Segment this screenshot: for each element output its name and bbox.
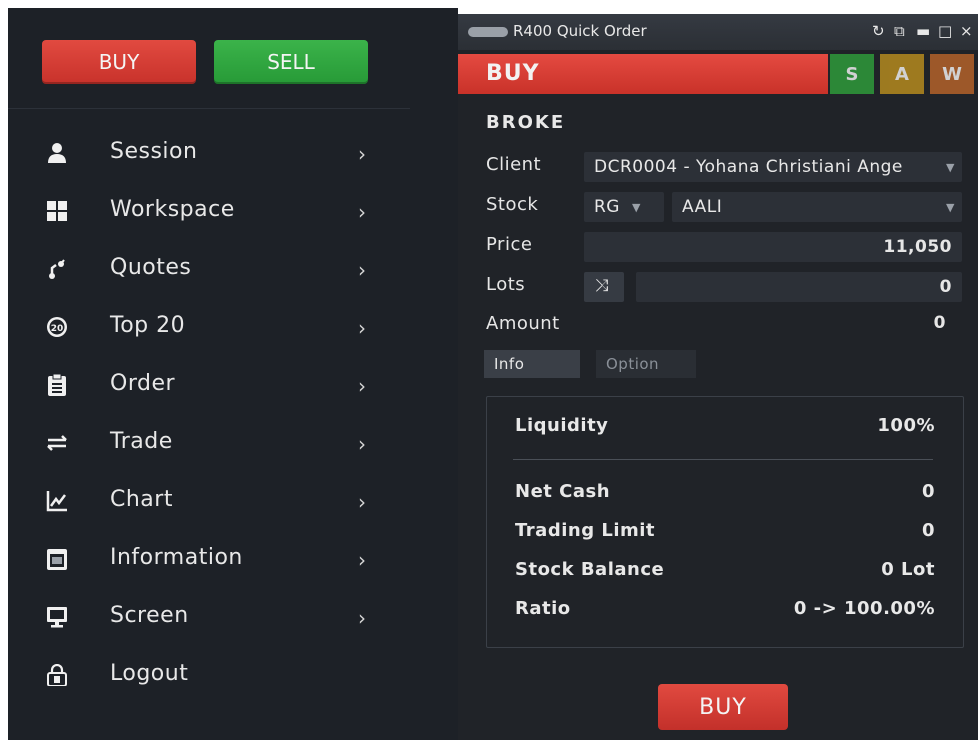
tab-info[interactable]: Info (484, 350, 580, 378)
chevron-right-icon: › (358, 606, 366, 630)
board-value: RG (594, 197, 620, 217)
buy-button[interactable]: BUY (42, 40, 196, 84)
stock-label: Stock (486, 194, 539, 215)
menu-item-order[interactable]: Order › (8, 358, 410, 416)
sell-button[interactable]: SELL (214, 40, 368, 84)
menu-item-chart[interactable]: Chart › (8, 474, 410, 532)
calendar-icon (46, 548, 68, 570)
client-label: Client (486, 154, 542, 175)
quick-order-window: R400 Quick Order ↻ ⧉ ▬ □ × BUY S A W BRO… (458, 14, 978, 740)
menu-item-label: Order (110, 371, 176, 396)
order-side-header: BUY (458, 54, 828, 94)
menu-item-workspace[interactable]: Workspace › (8, 184, 410, 242)
stock-code-value: AALI (682, 197, 723, 217)
price-input[interactable]: 11,050 (584, 232, 962, 262)
submit-buy-button[interactable]: BUY (658, 684, 788, 730)
chevron-right-icon: › (358, 548, 366, 572)
info-panel: Liquidity 100% Net Cash 0 Trading Limit … (486, 396, 964, 648)
stock-balance-label: Stock Balance (515, 559, 665, 580)
quick-action-bar: BUY SELL (8, 8, 410, 109)
refresh-icon[interactable]: ↻ (872, 22, 885, 40)
menu-item-label: Trade (110, 429, 173, 454)
close-icon[interactable]: × (960, 22, 973, 40)
menu-item-session[interactable]: Session › (8, 126, 410, 184)
quotes-icon (46, 258, 68, 280)
divider (513, 459, 933, 460)
menu-item-screen[interactable]: Screen › (8, 590, 410, 648)
line-chart-icon (46, 490, 68, 512)
chevron-right-icon: › (358, 316, 366, 340)
menu-item-label: Session (110, 139, 198, 164)
menu-item-label: Quotes (110, 255, 192, 280)
trading-limit-value: 0 (921, 520, 935, 541)
window-titlebar[interactable]: R400 Quick Order ↻ ⧉ ▬ □ × (458, 14, 978, 50)
tab-option[interactable]: Option (596, 350, 696, 378)
menu-item-logout[interactable]: Logout (8, 648, 410, 706)
client-value: DCR0004 - Yohana Christiani Ange (594, 157, 903, 177)
chevron-down-icon: ▼ (632, 201, 641, 214)
price-value: 11,050 (883, 237, 952, 257)
amount-value: 0 (933, 313, 946, 333)
tab-withdraw[interactable]: W (930, 54, 974, 94)
menu-item-trade[interactable]: Trade › (8, 416, 410, 474)
svg-text:20: 20 (51, 324, 64, 334)
net-cash-label: Net Cash (515, 481, 611, 502)
trading-limit-label: Trading Limit (515, 520, 656, 541)
chevron-right-icon: › (358, 200, 366, 224)
main-menu: BUY SELL Session › Workspace › Quotes › … (8, 8, 410, 740)
lots-label: Lots (486, 274, 526, 295)
chevron-right-icon: › (358, 258, 366, 282)
top20-icon: 20 (46, 316, 68, 338)
chevron-right-icon: › (358, 374, 366, 398)
chevron-right-icon: › (358, 490, 366, 514)
menu-item-information[interactable]: Information › (8, 532, 410, 590)
tab-sell[interactable]: S (830, 54, 874, 94)
menu-item-quotes[interactable]: Quotes › (8, 242, 410, 300)
panel-gutter (410, 8, 458, 740)
liquidity-value: 100% (877, 415, 935, 436)
stock-select[interactable]: AALI ▼ (672, 192, 962, 222)
maximize-icon[interactable]: □ (938, 22, 952, 40)
lots-shuffle-button[interactable]: ⤨ (584, 272, 624, 302)
amount-label: Amount (486, 313, 560, 334)
menu-item-label: Screen (110, 603, 189, 628)
chevron-down-icon: ▼ (946, 201, 955, 214)
ratio-label: Ratio (515, 598, 571, 619)
section-heading: BROKE (486, 112, 566, 133)
window-title: R400 Quick Order (513, 22, 647, 40)
chevron-down-icon: ▼ (946, 161, 955, 174)
menu-item-label: Workspace (110, 197, 235, 222)
menu-item-top20[interactable]: 20 Top 20 › (8, 300, 410, 358)
monitor-icon (46, 606, 68, 628)
board-select[interactable]: RG ▼ (584, 192, 664, 222)
net-cash-value: 0 (921, 481, 935, 502)
stock-balance-value: 0 Lot (881, 559, 935, 580)
chevron-right-icon: › (358, 432, 366, 456)
tab-amend[interactable]: A (880, 54, 924, 94)
menu-item-label: Information (110, 545, 243, 570)
order-side-label: BUY (486, 61, 540, 86)
client-select[interactable]: DCR0004 - Yohana Christiani Ange ▼ (584, 152, 962, 182)
shuffle-icon: ⤨ (595, 276, 610, 296)
lots-input[interactable]: 0 (636, 272, 962, 302)
lots-value: 0 (939, 277, 952, 297)
liquidity-label: Liquidity (515, 415, 609, 436)
minimize-icon[interactable]: ▬ (916, 22, 930, 40)
popout-icon[interactable]: ⧉ (894, 22, 905, 40)
exchange-icon (46, 432, 68, 454)
menu-item-label: Chart (110, 487, 173, 512)
menu-item-label: Logout (110, 661, 189, 686)
grid-icon (46, 200, 68, 222)
chevron-right-icon: › (358, 142, 366, 166)
price-label: Price (486, 234, 533, 255)
lock-icon (46, 664, 68, 686)
ratio-value: 0 -> 100.00% (793, 598, 935, 619)
menu-item-label: Top 20 (110, 313, 186, 338)
user-icon (46, 142, 68, 164)
drag-handle-icon[interactable] (468, 27, 508, 37)
clipboard-icon (46, 374, 68, 396)
